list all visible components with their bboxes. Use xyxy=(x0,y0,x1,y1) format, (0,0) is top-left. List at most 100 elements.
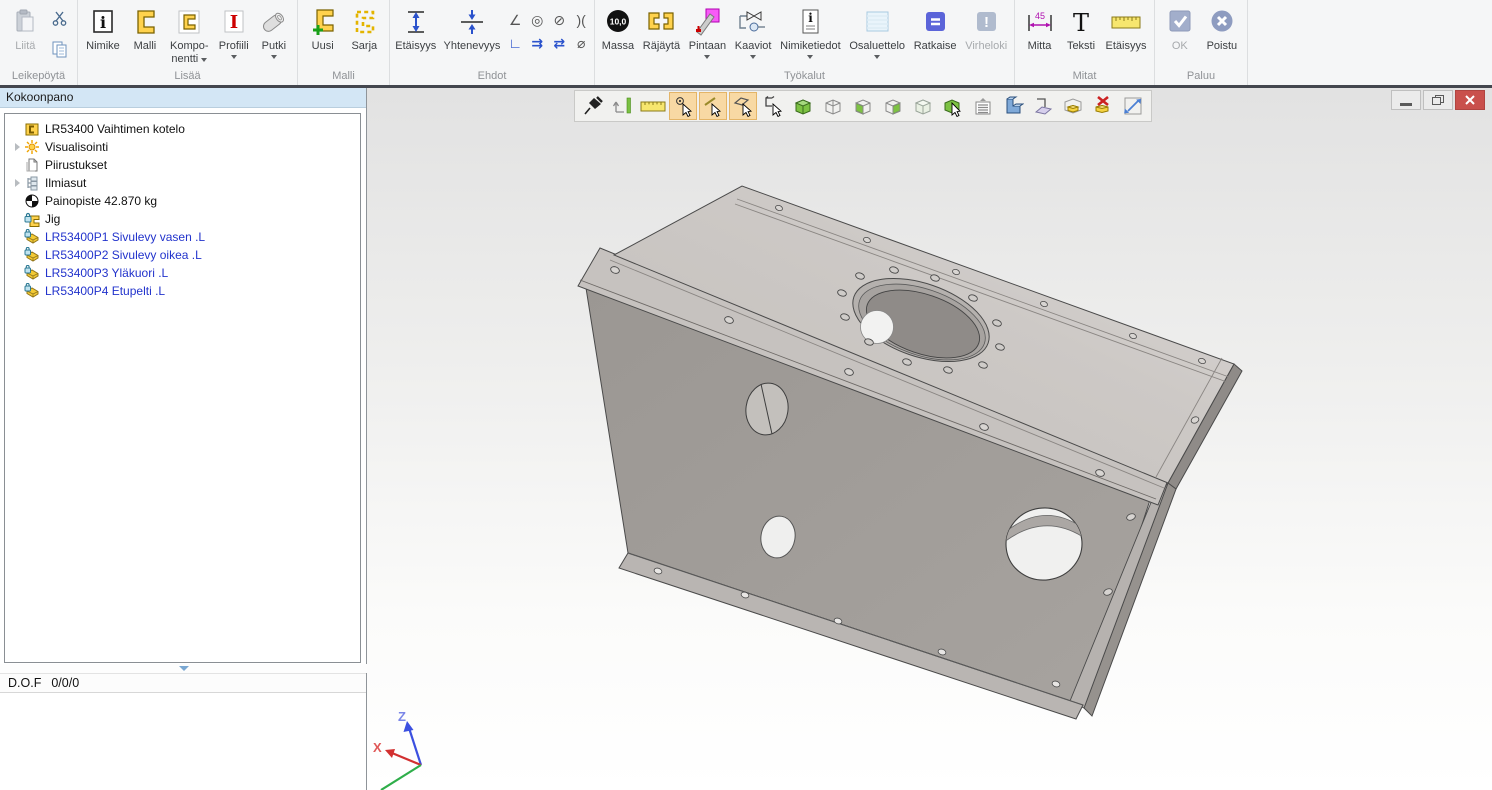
expand-view-icon[interactable] xyxy=(1119,92,1147,120)
item-data-label: Nimiketiedot xyxy=(780,40,841,53)
viewport-toolbar xyxy=(574,90,1152,122)
panel-title: Kokoonpano xyxy=(0,88,366,108)
distance-constraint-button[interactable]: Etäisyys xyxy=(393,3,438,54)
close-button[interactable] xyxy=(1455,90,1485,110)
error-log-button[interactable]: ! Virheloki xyxy=(963,3,1009,54)
svg-text:T: T xyxy=(1073,9,1089,37)
measure-point-icon[interactable] xyxy=(609,92,637,120)
new-button[interactable]: Uusi xyxy=(306,3,340,54)
svg-text:45: 45 xyxy=(1034,11,1044,21)
explode-button[interactable]: Räjäytä xyxy=(641,3,682,54)
mass-button[interactable]: 10,0 Massa xyxy=(600,3,636,54)
measure-distance-button[interactable]: Etäisyys xyxy=(1104,3,1149,54)
part-icon xyxy=(23,247,41,263)
notes-icon[interactable] xyxy=(969,92,997,120)
opposed-constraint-icon[interactable]: ⇄ xyxy=(550,34,569,53)
ribbon-group-clipboard: Liitä Leikepöytä xyxy=(0,0,78,85)
snap-center-icon[interactable] xyxy=(669,92,697,120)
symmetry-constraint-icon[interactable]: )( xyxy=(572,11,591,30)
measure-ruler-icon xyxy=(1109,4,1143,40)
parts-list-button[interactable]: Osaluettelo xyxy=(847,3,907,60)
dimension-icon: 45 xyxy=(1023,4,1057,40)
tree-item-visualization[interactable]: Visualisointi xyxy=(5,138,360,156)
sketch-plane-icon[interactable] xyxy=(1029,92,1057,120)
snap-face-icon[interactable] xyxy=(729,92,757,120)
shaded-cube-icon[interactable] xyxy=(789,92,817,120)
series-button[interactable]: Sarja xyxy=(347,3,381,54)
chevron-down-icon xyxy=(231,55,237,59)
profile-button[interactable]: I Profiili xyxy=(217,3,251,60)
perpendicular-constraint-icon[interactable]: ∟ xyxy=(506,34,525,53)
tree-item-center-of-gravity[interactable]: Painopiste 42.870 kg xyxy=(5,192,360,210)
panel-splitter[interactable] xyxy=(0,664,367,673)
copy-icon xyxy=(51,40,69,58)
tangent-constraint-icon[interactable]: ⊘ xyxy=(550,11,569,30)
model-icon xyxy=(130,4,160,40)
copy-button[interactable] xyxy=(51,40,69,63)
snap-edge-icon[interactable] xyxy=(699,92,727,120)
pipe-button[interactable]: Putki xyxy=(257,3,291,60)
group-label-return: Paluu xyxy=(1155,69,1247,85)
model-button[interactable]: Malli xyxy=(128,3,162,54)
window-controls xyxy=(1391,90,1485,110)
expand-chevron-icon[interactable] xyxy=(15,143,20,151)
tree-item-root[interactable]: LR53400 Vaihtimen kotelo xyxy=(5,120,360,138)
coincidence-button[interactable]: Yhtenevyys xyxy=(442,3,503,54)
solve-button[interactable]: Ratkaise xyxy=(912,3,959,54)
cube-right-face-icon[interactable] xyxy=(879,92,907,120)
tree-item-part-p2[interactable]: LR53400P2 Sivulevy oikea .L xyxy=(5,246,360,264)
schematics-icon xyxy=(738,4,768,40)
minimize-button[interactable] xyxy=(1391,90,1421,110)
chevron-down-icon xyxy=(874,55,880,59)
svg-text:!: ! xyxy=(984,14,989,31)
restore-button[interactable] xyxy=(1423,90,1453,110)
tree-item-part-p1[interactable]: LR53400P1 Sivulevy vasen .L xyxy=(5,228,360,246)
tree-item-configurations[interactable]: Ilmiasut xyxy=(5,174,360,192)
angle-constraint-icon[interactable]: ∠ xyxy=(506,11,525,30)
solve-icon xyxy=(920,4,950,40)
tree-item-jig[interactable]: Jig xyxy=(5,210,360,228)
new-label: Uusi xyxy=(312,40,334,53)
group-label-insert: Lisää xyxy=(78,69,297,85)
item-data-button[interactable]: i Nimiketiedot xyxy=(778,3,843,60)
work-box-icon[interactable] xyxy=(1059,92,1087,120)
select-component-icon[interactable] xyxy=(759,92,787,120)
solve-label: Ratkaise xyxy=(914,40,957,53)
dimension-button[interactable]: 45 Mitta xyxy=(1021,3,1059,54)
ok-button[interactable]: OK xyxy=(1163,3,1197,54)
coincidence-icon xyxy=(457,4,487,40)
select-solid-icon[interactable] xyxy=(939,92,967,120)
dof-status: D.O.F0/0/0 xyxy=(0,673,366,693)
expand-chevron-icon[interactable] xyxy=(15,179,20,187)
component-button[interactable]: Kompo- nentti xyxy=(168,3,211,67)
distance-constraint-icon xyxy=(401,4,431,40)
viewport-3d[interactable]: Z X xyxy=(367,88,1492,790)
pin-icon[interactable] xyxy=(579,92,607,120)
delete-box-icon[interactable] xyxy=(1089,92,1117,120)
item-button[interactable]: i Nimike xyxy=(84,3,122,54)
solid-cube-icon[interactable] xyxy=(909,92,937,120)
model-canvas[interactable] xyxy=(367,88,1492,790)
group-label-tools: Työkalut xyxy=(595,69,1014,85)
wireframe-cube-icon[interactable] xyxy=(819,92,847,120)
cut-button[interactable] xyxy=(51,9,69,32)
tree-item-part-p4[interactable]: LR53400P4 Etupelti .L xyxy=(5,282,360,300)
parallel-constraint-icon[interactable]: ⇉ xyxy=(528,34,547,53)
schematics-button[interactable]: Kaaviot xyxy=(733,3,774,60)
new-model-icon xyxy=(308,4,338,40)
remove-constraint-icon[interactable]: ⌀ xyxy=(572,34,591,53)
to-surface-button[interactable]: Pintaan xyxy=(687,3,728,60)
cube-left-face-icon[interactable] xyxy=(849,92,877,120)
group-label-constraints: Ehdot xyxy=(390,69,594,85)
paste-button[interactable]: Liitä xyxy=(8,3,42,54)
text-button[interactable]: T Teksti xyxy=(1064,3,1098,54)
ribbon-group-dimensions: 45 Mitta T Teksti Etäisyys Mitat xyxy=(1015,0,1155,85)
concentric-constraint-icon[interactable]: ◎ xyxy=(528,11,547,30)
dof-label: D.O.F xyxy=(8,676,41,690)
explode-label: Räjäytä xyxy=(643,40,680,53)
ruler-icon[interactable] xyxy=(639,92,667,120)
tree-item-drawings[interactable]: Piirustukset xyxy=(5,156,360,174)
tree-item-part-p3[interactable]: LR53400P3 Yläkuori .L xyxy=(5,264,360,282)
exit-button[interactable]: Poistu xyxy=(1205,3,1240,54)
corner-solid-icon[interactable] xyxy=(999,92,1027,120)
